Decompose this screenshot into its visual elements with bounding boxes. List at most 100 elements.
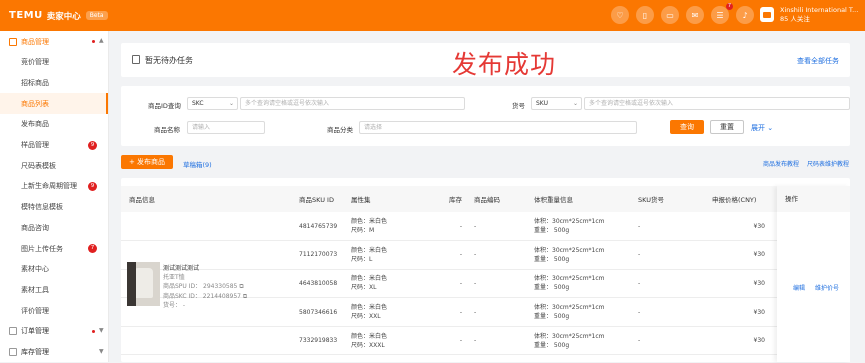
- sidebar-item-samples[interactable]: 样品管理 9: [0, 135, 108, 156]
- notify-dot: [92, 40, 95, 43]
- copy-icon[interactable]: ⧉: [239, 283, 243, 290]
- sku-id-cell: 7112170073: [299, 240, 347, 270]
- sidebar-item-reviews[interactable]: 评价管理: [0, 300, 108, 321]
- sidebar-item-label: 商品咨询: [21, 223, 49, 232]
- task-icon[interactable]: ☰ 7: [711, 3, 733, 24]
- view-all-tasks-link[interactable]: 查看全部任务: [797, 56, 839, 66]
- product-cell: [121, 212, 299, 242]
- search-button[interactable]: 查询: [670, 120, 704, 134]
- maintain-link[interactable]: 维护价号: [815, 285, 839, 292]
- sidebar-group-label: 商品管理: [21, 37, 49, 46]
- attributes-cell: 颜色：米白色 尺码：M: [347, 212, 426, 242]
- attributes-text: 颜色：米白色: [351, 275, 388, 283]
- order-icon: [9, 327, 17, 336]
- id-type-select[interactable]: SKC ⌄: [187, 97, 238, 110]
- col-price: 申报价格(CNY): [704, 186, 777, 212]
- category-select[interactable]: 请选择: [359, 121, 637, 134]
- operation-links: 编辑 维护价号: [793, 283, 839, 292]
- size-tutorial-link[interactable]: 尺码表维护教程: [807, 159, 849, 168]
- beta-badge: Beta: [85, 11, 108, 20]
- sku-id-text: 4643810058: [299, 279, 338, 287]
- sku-id-text: 4814765739: [299, 222, 338, 230]
- sidebar-item-bidding[interactable]: 竞价管理: [0, 52, 108, 73]
- edit-link[interactable]: 编辑: [793, 285, 805, 292]
- top-bar: TEMU 卖家中心 Beta ♡ ▯ ▭ ✉ ☰ 7 ♪ Xinshili Int…: [0, 0, 865, 31]
- sidebar-item-consult[interactable]: 商品咨询: [0, 218, 108, 239]
- product-thumbnail[interactable]: [127, 262, 160, 306]
- sku-query-input[interactable]: 多个查询请空格或逗号依次输入: [584, 97, 850, 110]
- bell-icon[interactable]: ♪: [736, 6, 754, 24]
- publish-tutorial-link[interactable]: 商品发布教程: [763, 159, 799, 168]
- product-icon: [9, 37, 17, 46]
- sidebar-group-label: 订单管理: [21, 327, 49, 336]
- sidebar-item-model-template[interactable]: 模特信息模板: [0, 197, 108, 218]
- stock-cell: -: [426, 269, 466, 299]
- sku-number-text: -: [638, 308, 641, 316]
- drafts-link[interactable]: 草稿箱(9): [183, 159, 212, 169]
- sidebar-item-size-template[interactable]: 尺码表模板: [0, 155, 108, 176]
- sidebar-item-lifecycle[interactable]: 上新生命周期管理 9: [0, 176, 108, 197]
- stock-text: -: [459, 337, 462, 345]
- volume-weight-text: 重量： 500g: [534, 341, 570, 349]
- heart-icon[interactable]: ♡: [611, 6, 629, 24]
- temu-logo[interactable]: TEMU: [9, 10, 43, 21]
- attributes-cell: 颜色：米白色 尺码：XXXL: [347, 326, 426, 356]
- sku-label: 货号: [512, 102, 525, 110]
- publish-product-button[interactable]: + 发布商品: [121, 155, 173, 169]
- reset-button[interactable]: 重置: [710, 120, 744, 134]
- sidebar-item-label: 素材中心: [21, 265, 49, 274]
- price-text: ¥30: [753, 222, 765, 230]
- chevron-down-icon: ▼: [99, 347, 104, 355]
- notify-dot: [92, 329, 95, 333]
- product-skc: 商品SKC ID： 2214408957 ⧉: [163, 292, 247, 301]
- volume-weight-text: 重量： 500g: [534, 284, 570, 292]
- spu-text: 商品SPU ID： 294330585: [163, 283, 238, 291]
- price-text: ¥30: [753, 251, 765, 259]
- skc-text: 商品SKC ID： 2214408957: [163, 292, 241, 300]
- sku-type-select[interactable]: SKU ⌄: [531, 97, 582, 110]
- sku-number-text: -: [638, 222, 641, 230]
- price-cell: ¥30: [704, 326, 777, 356]
- product-name-input[interactable]: 请输入: [187, 121, 265, 134]
- task-badge: 7: [725, 3, 733, 10]
- shop-avatar[interactable]: [760, 7, 774, 22]
- sidebar-item-tender[interactable]: 招标商品: [0, 73, 108, 94]
- sidebar-group-label: 库存管理: [21, 348, 49, 357]
- chevron-down-icon: ▼: [99, 326, 104, 334]
- sidebar-item-publish[interactable]: 发布商品: [0, 114, 108, 135]
- shop-name: Xinshili International T...: [780, 6, 859, 14]
- checklist-icon: [132, 55, 140, 64]
- volume-weight-text: 体积：30cm*25cm*1cm: [534, 304, 605, 312]
- stock-text: -: [459, 251, 462, 259]
- phone-icon[interactable]: ▯: [636, 6, 654, 24]
- chat-icon[interactable]: ✉: [686, 6, 704, 24]
- shop-info[interactable]: Xinshili International T... 85 人关注: [780, 6, 858, 24]
- sidebar-item-material-tools[interactable]: 素材工具: [0, 280, 108, 301]
- attributes-text: 尺码：M: [351, 227, 375, 235]
- sidebar-item-material-center[interactable]: 素材中心: [0, 259, 108, 280]
- volume-weight-text: 重量： 500g: [534, 227, 570, 235]
- attributes-text: 颜色：米白色: [351, 332, 388, 340]
- id-query-input[interactable]: 多个查询请空格或逗号依次输入: [240, 97, 465, 110]
- sidebar-group-product[interactable]: 商品管理 ▲: [0, 31, 108, 52]
- product-code-text: -: [474, 279, 477, 287]
- sku-number-text: -: [638, 251, 641, 259]
- product-code-cell: -: [466, 297, 526, 327]
- product-code-text: -: [474, 337, 477, 345]
- sku-id-text: 7112170073: [299, 251, 338, 259]
- sidebar-item-product-list[interactable]: 商品列表: [0, 93, 108, 115]
- volume-weight-cell: 体积：30cm*25cm*1cm 重量： 500g: [526, 212, 630, 242]
- stock-cell: -: [426, 297, 466, 327]
- sidebar-item-image-upload[interactable]: 图片上传任务 7: [0, 238, 108, 259]
- product-name[interactable]: 测试测试测试: [163, 264, 247, 273]
- expand-link[interactable]: 展开 ⌄: [751, 123, 773, 133]
- sku-id-cell: 4814765739: [299, 212, 347, 242]
- operations-column: 操作 编辑 维护价号: [777, 186, 850, 362]
- sidebar-group-inventory[interactable]: 库存管理 ▼: [0, 342, 108, 363]
- tablet-icon[interactable]: ▭: [661, 6, 679, 24]
- sku-number-cell: -: [630, 212, 704, 242]
- sidebar-group-orders[interactable]: 订单管理 ▼: [0, 321, 108, 342]
- copy-icon[interactable]: ⧉: [243, 293, 247, 300]
- volume-weight-text: 体积：30cm*25cm*1cm: [534, 218, 605, 226]
- chevron-down-icon: ⌄: [767, 124, 774, 132]
